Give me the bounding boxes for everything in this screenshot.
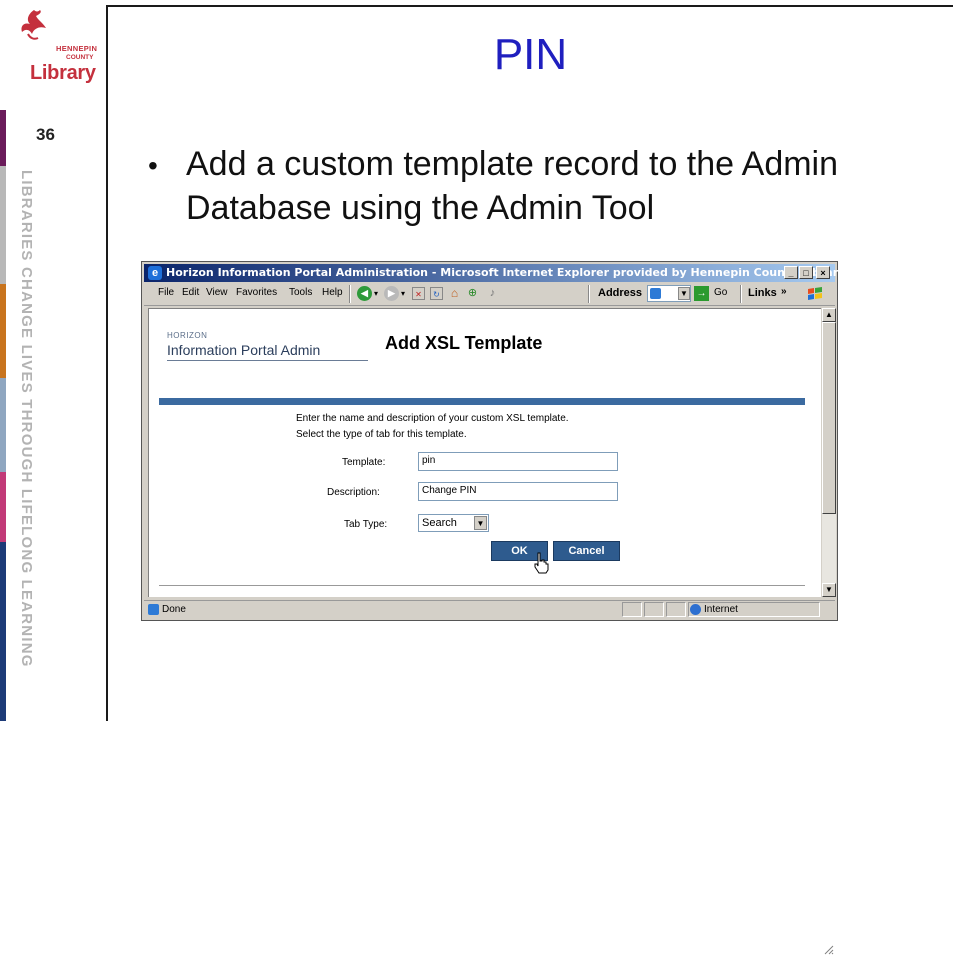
scroll-up-icon[interactable]: ▲ [822, 308, 836, 322]
browser-toolbar: File Edit View Favorites Tools Help ◀ ▾ … [144, 283, 835, 306]
go-button[interactable]: Go [714, 287, 727, 298]
status-segment [644, 602, 664, 617]
zone-text: Internet [704, 604, 738, 615]
status-bar: Done Internet [144, 600, 835, 955]
tagline-text: LIBRARIES CHANGE LIVES THROUGH LIFELONG … [18, 170, 35, 668]
description-input[interactable]: Change PIN [418, 482, 618, 501]
chevron-down-icon[interactable]: ▼ [474, 516, 487, 530]
logo-text-hennepin: HENNEPIN [56, 44, 98, 53]
address-dropdown-icon[interactable]: ▼ [678, 287, 690, 300]
template-input[interactable]: pin [418, 452, 618, 471]
cancel-button[interactable]: Cancel [553, 541, 620, 561]
menu-view[interactable]: View [206, 287, 228, 298]
instruction-line-2: Select the type of tab for this template… [296, 429, 467, 440]
browser-titlebar[interactable]: e Horizon Information Portal Administrat… [144, 264, 845, 282]
scroll-thumb[interactable] [822, 322, 836, 514]
slide-left-rule [106, 5, 108, 721]
browser-content: HORIZON Information Portal Admin Add XSL… [148, 308, 821, 597]
tagline-container: LIBRARIES CHANGE LIVES THROUGH LIFELONG … [5, 170, 35, 668]
ie-icon: e [148, 266, 162, 280]
forward-dropdown-icon[interactable]: ▾ [401, 289, 405, 298]
instruction-line-1: Enter the name and description of your c… [296, 413, 569, 424]
browser-window: e Horizon Information Portal Administrat… [141, 261, 845, 955]
stripe-purple [0, 110, 6, 166]
forward-icon[interactable]: ▶ [384, 286, 399, 301]
links-label[interactable]: Links [748, 287, 777, 299]
brand-title: Information Portal Admin [167, 342, 321, 358]
address-field[interactable]: ▼ [647, 285, 691, 302]
windows-flag-icon [808, 287, 822, 300]
home-icon[interactable]: ⌂ [448, 287, 461, 300]
status-text: Done [162, 604, 186, 615]
search-icon[interactable]: ⊕ [466, 287, 479, 300]
bullet-text: Add a custom template record to the Admi… [186, 145, 839, 227]
vertical-scrollbar[interactable]: ▲ ▼ [822, 308, 836, 597]
menu-help[interactable]: Help [322, 287, 343, 298]
menu-edit[interactable]: Edit [182, 287, 199, 298]
library-logo-icon [21, 10, 46, 40]
status-segment [622, 602, 642, 617]
go-icon[interactable]: → [694, 286, 709, 301]
tab-type-value: Search [422, 517, 457, 529]
address-label: Address [598, 287, 643, 299]
page-done-icon [148, 604, 159, 615]
template-label: Template: [342, 457, 386, 468]
menu-favorites[interactable]: Favorites [236, 287, 277, 298]
back-icon[interactable]: ◀ [357, 286, 372, 301]
description-label: Description: [327, 487, 380, 498]
media-icon[interactable]: ♪ [486, 287, 499, 300]
hand-cursor-icon [534, 552, 549, 574]
footer-divider [159, 585, 805, 586]
slide-number: 36 [36, 125, 55, 144]
close-button[interactable]: × [816, 266, 830, 279]
internet-zone-icon [690, 604, 701, 615]
slide-top-rule [108, 5, 953, 7]
menu-file[interactable]: File [158, 287, 174, 298]
refresh-icon[interactable]: ↻ [430, 287, 443, 300]
brand-underline [167, 360, 368, 361]
stop-icon[interactable]: ✕ [412, 287, 425, 300]
resize-grip-icon[interactable] [822, 943, 834, 955]
toolbar-separator [588, 285, 590, 303]
status-segment [666, 602, 686, 617]
minimize-button[interactable]: _ [784, 266, 798, 279]
scroll-down-icon[interactable]: ▼ [822, 583, 836, 597]
browser-title: Horizon Information Portal Administratio… [166, 266, 846, 279]
links-chevron-icon[interactable]: » [781, 286, 787, 297]
bullet-icon: • [148, 150, 158, 181]
toolbar-separator [740, 285, 742, 303]
logo-text-library: Library [30, 62, 96, 84]
menu-tools[interactable]: Tools [289, 287, 312, 298]
logo-text-county: COUNTY [66, 54, 94, 61]
tab-type-select[interactable]: Search ▼ [418, 514, 489, 532]
page-icon [650, 288, 661, 299]
back-dropdown-icon[interactable]: ▾ [374, 289, 378, 298]
toolbar-separator [349, 285, 351, 303]
brand-horizon: HORIZON [167, 331, 208, 340]
maximize-button[interactable]: □ [799, 266, 813, 279]
page-heading: Add XSL Template [385, 333, 543, 353]
slide-title: PIN [493, 30, 568, 79]
tab-type-label: Tab Type: [344, 519, 388, 530]
header-divider-bar [159, 398, 805, 405]
